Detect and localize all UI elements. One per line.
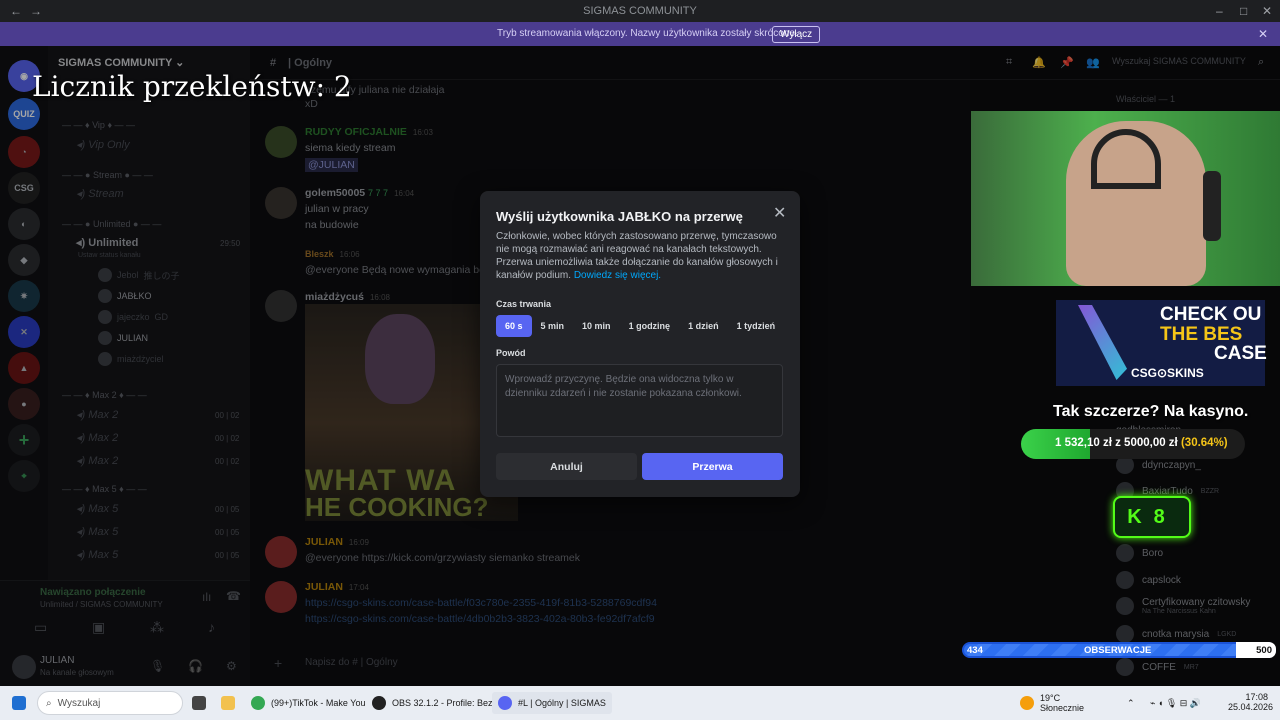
weather-desc: Słonecznie [1040,703,1085,713]
clock-time: 17:08 [1245,692,1268,702]
clock[interactable]: 17:08 25.04.2026 [1228,692,1274,712]
taskbar-app-obs[interactable]: OBS 32.1.2 - Profile: Bez [372,692,493,714]
duration-option-1week[interactable]: 1 tydzień [728,315,785,337]
clock-date: 25.04.2026 [1228,702,1274,712]
modal-description: Członkowie, wobec których zastosowano pr… [496,231,778,281]
maximize-icon[interactable]: □ [1240,4,1247,18]
discord-icon [498,696,512,710]
learn-more-link[interactable]: Dowiedz się więcej. [574,270,661,281]
close-banner-icon[interactable]: ✕ [1258,27,1268,41]
taskbar-app-chrome[interactable]: (99+)TikTok - Make You [251,692,365,714]
reason-textarea[interactable]: Wprowadź przyczynę. Będzie ona widoczna … [496,364,783,437]
followers-goal-bar: 434 OBSERWACJE 500 [962,642,1276,658]
file-explorer-icon[interactable] [221,692,235,714]
ad-brand: CSG⊙SKINS [1131,366,1204,380]
webcam-feed [971,111,1280,286]
minimize-icon[interactable]: – [1216,4,1223,18]
obs-icon [372,696,386,710]
disable-streamer-mode-button[interactable]: Wyłącz [772,26,821,43]
window-title: SIGMAS COMMUNITY [583,5,697,17]
reason-label: Powód [496,348,526,358]
curse-counter: Licznik przekleństw: 2 [32,70,352,103]
followers-label: OBSERWACJE [1084,645,1152,656]
search-icon: ⌕ [46,697,52,709]
task-view-icon[interactable] [192,692,206,714]
timeout-confirm-button[interactable]: Przerwa [642,453,783,480]
microphone-figure [1203,171,1221,241]
ad-text: CHECK OU [1160,304,1262,325]
windows-taskbar: ⌕ Wyszukaj (99+)TikTok - Make You OBS 32.… [0,686,1280,720]
duration-option-10min[interactable]: 10 min [573,315,620,337]
chrome-icon [251,696,265,710]
duration-option-1hour[interactable]: 1 godzinę [620,315,680,337]
taskbar-app-label: OBS 32.1.2 - Profile: Bez [392,698,493,708]
windows-start-icon[interactable] [12,692,26,714]
csgoskins-ad-banner: CHECK OU THE BES CASE CSG⊙SKINS [1056,300,1267,386]
donation-goal-text: 1 532,10 zł z 5000,00 zł (30.64%) [1055,437,1228,449]
streamer-mode-message: Tryb streamowania włączony. Nazwy użytko… [497,28,798,39]
taskbar-search-label: Wyszukaj [57,697,101,709]
sun-icon [1020,696,1034,710]
duration-label: Czas trwania [496,299,552,309]
window-titlebar: ← → SIGMAS COMMUNITY – □ ✕ [0,0,1280,22]
taskbar-app-label: (99+)TikTok - Make You [271,698,366,708]
close-window-icon[interactable]: ✕ [1262,4,1272,18]
taskbar-search[interactable]: ⌕ Wyszukaj [37,691,183,715]
weather-widget[interactable]: 19°C Słonecznie [1020,692,1084,714]
cancel-button[interactable]: Anuluj [496,453,637,480]
tray-icons[interactable]: ⌁ ◖ 🎙 ⊟ 🔊 [1150,692,1201,714]
tray-chevron-icon[interactable]: ⌃ [1127,692,1135,714]
followers-count: 434 [967,645,983,656]
timeout-modal: Wyślij użytkownika JABŁKO na przerwę ✕ C… [480,191,800,497]
kick-logo: K8 [1113,496,1191,538]
donation-goal-bar: 1 532,10 zł z 5000,00 zł (30.64%) [1021,429,1245,459]
ad-text: CASE [1214,343,1267,364]
duration-option-1day[interactable]: 1 dzień [679,315,728,337]
knife-graphic [1078,305,1127,380]
duration-option-60s[interactable]: 60 s [496,315,532,337]
duration-selector: 60 s 5 min 10 min 1 godzinę 1 dzień 1 ty… [496,315,784,337]
close-icon[interactable]: ✕ [773,203,786,223]
goal-title: Tak szczerze? Na kasyno. [1053,403,1249,420]
weather-temp: 19°C [1040,693,1061,703]
taskbar-app-label: #L | Ogólny | SIGMAS [518,698,606,708]
taskbar-app-discord[interactable]: #L | Ogólny | SIGMAS [492,692,612,714]
streamer-mode-banner: Tryb streamowania włączony. Nazwy użytko… [0,22,1280,46]
duration-option-5min[interactable]: 5 min [532,315,574,337]
modal-title: Wyślij użytkownika JABŁKO na przerwę [496,209,743,224]
followers-goal: 500 [1236,642,1276,658]
